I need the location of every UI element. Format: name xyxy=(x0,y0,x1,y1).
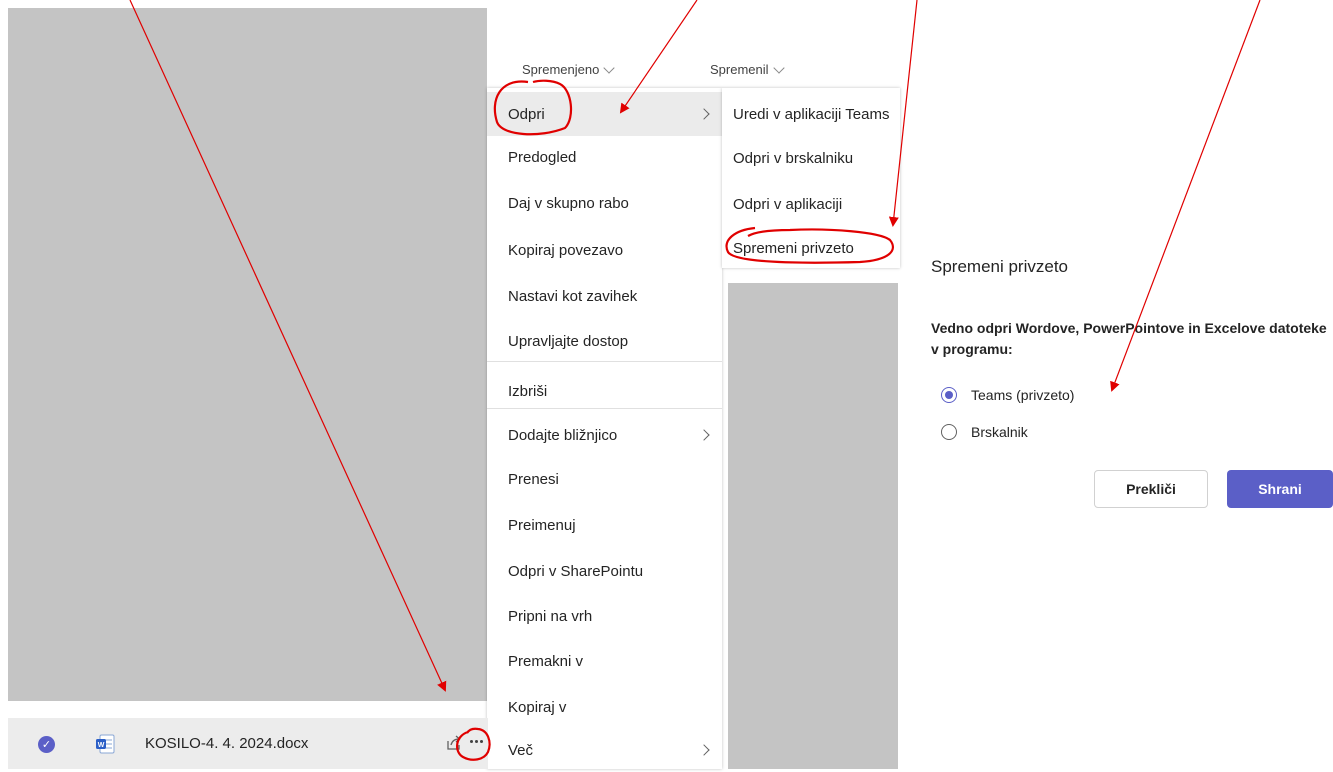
content-placeholder-right xyxy=(728,283,898,769)
submenu-item-open-in-app[interactable]: Odpri v aplikaciji xyxy=(722,182,900,226)
chevron-right-icon xyxy=(698,744,710,756)
file-name[interactable]: KOSILO-4. 4. 2024.docx xyxy=(145,735,308,752)
dot xyxy=(469,739,473,743)
menu-item-label: Premakni v xyxy=(508,652,584,670)
chevron-down-icon xyxy=(603,61,615,74)
menu-divider xyxy=(487,408,722,409)
content-placeholder-left xyxy=(8,8,487,701)
menu-item-label: Odpri v SharePointu xyxy=(508,562,644,580)
context-menu: Odpri Predogled Daj v skupno rabo Kopira… xyxy=(487,88,722,769)
radio-option-label: Teams (privzeto) xyxy=(971,387,1075,403)
submenu-item-label: Uredi v aplikaciji Teams xyxy=(733,105,890,123)
column-header-modified-by[interactable]: Spremenil xyxy=(710,61,785,77)
radio-option-browser[interactable]: Brskalnik xyxy=(941,424,1028,440)
submenu-item-label: Spremeni privzeto xyxy=(733,239,854,257)
menu-item-label: Izbriši xyxy=(508,382,548,400)
menu-item-preview[interactable]: Predogled xyxy=(487,135,722,179)
menu-item-add-shortcut[interactable]: Dodajte bližnjico xyxy=(487,413,722,457)
column-header-modified[interactable]: Spremenjeno xyxy=(522,61,615,77)
menu-item-manage-access[interactable]: Upravljajte dostop xyxy=(487,319,722,363)
menu-item-move-to[interactable]: Premakni v xyxy=(487,639,722,683)
column-header-modified-by-label: Spremenil xyxy=(710,62,769,77)
menu-item-label: Kopiraj v xyxy=(508,698,567,716)
dot xyxy=(479,739,483,743)
menu-item-set-as-tab[interactable]: Nastavi kot zavihek xyxy=(487,274,722,318)
menu-item-open[interactable]: Odpri xyxy=(487,92,722,136)
open-submenu: Uredi v aplikaciji Teams Odpri v brskaln… xyxy=(722,88,900,268)
chevron-right-icon xyxy=(698,108,710,120)
cancel-button[interactable]: Prekliči xyxy=(1094,470,1208,508)
menu-item-label: Prenesi xyxy=(508,470,559,488)
menu-item-more[interactable]: Več xyxy=(487,728,722,772)
menu-item-label: Pripni na vrh xyxy=(508,607,593,625)
chevron-right-icon xyxy=(698,429,710,441)
menu-item-rename[interactable]: Preimenuj xyxy=(487,503,722,547)
svg-text:W: W xyxy=(98,742,105,749)
submenu-item-label: Odpri v brskalniku xyxy=(733,149,854,167)
radio-button[interactable] xyxy=(941,424,957,440)
chevron-down-icon xyxy=(772,61,785,74)
menu-item-label: Daj v skupno rabo xyxy=(508,194,629,212)
menu-divider xyxy=(487,361,722,362)
menu-item-label: Preimenuj xyxy=(508,516,576,534)
menu-item-open-in-sharepoint[interactable]: Odpri v SharePointu xyxy=(487,549,722,593)
checkmark-icon[interactable]: ✓ xyxy=(38,736,55,753)
menu-item-label: Več xyxy=(508,741,534,759)
dialog-question: Vedno odpri Wordove, PowerPointove in Ex… xyxy=(931,320,1327,357)
radio-button-selected[interactable] xyxy=(941,387,957,403)
menu-item-copy-to[interactable]: Kopiraj v xyxy=(487,685,722,729)
radio-option-teams[interactable]: Teams (privzeto) xyxy=(941,387,1074,403)
menu-item-label: Nastavi kot zavihek xyxy=(508,287,638,305)
column-header-modified-label: Spremenjeno xyxy=(522,62,600,77)
submenu-item-label: Odpri v aplikaciji xyxy=(733,195,843,213)
menu-item-label: Upravljajte dostop xyxy=(508,332,629,350)
menu-item-share[interactable]: Daj v skupno rabo xyxy=(487,181,722,225)
more-options-icon[interactable] xyxy=(463,731,489,751)
submenu-item-change-default[interactable]: Spremeni privzeto xyxy=(722,226,900,268)
word-icon: W xyxy=(96,734,115,754)
menu-item-pin-to-top[interactable]: Pripni na vrh xyxy=(487,594,722,638)
menu-item-copy-link[interactable]: Kopiraj povezavo xyxy=(487,228,722,272)
save-button[interactable]: Shrani xyxy=(1227,470,1333,508)
dialog-title: Spremeni privzeto xyxy=(931,257,1069,276)
menu-item-label: Predogled xyxy=(508,148,577,166)
menu-item-download[interactable]: Prenesi xyxy=(487,457,722,501)
submenu-item-edit-in-teams[interactable]: Uredi v aplikaciji Teams xyxy=(722,92,900,136)
submenu-item-open-in-browser[interactable]: Odpri v brskalniku xyxy=(722,136,900,180)
radio-option-label: Brskalnik xyxy=(971,424,1028,440)
menu-item-label: Odpri xyxy=(508,105,545,123)
dot xyxy=(474,739,478,743)
share-icon[interactable] xyxy=(445,734,463,752)
menu-item-delete[interactable]: Izbriši xyxy=(487,369,722,413)
menu-item-label: Dodajte bližnjico xyxy=(508,426,618,444)
menu-item-label: Kopiraj povezavo xyxy=(508,241,624,259)
